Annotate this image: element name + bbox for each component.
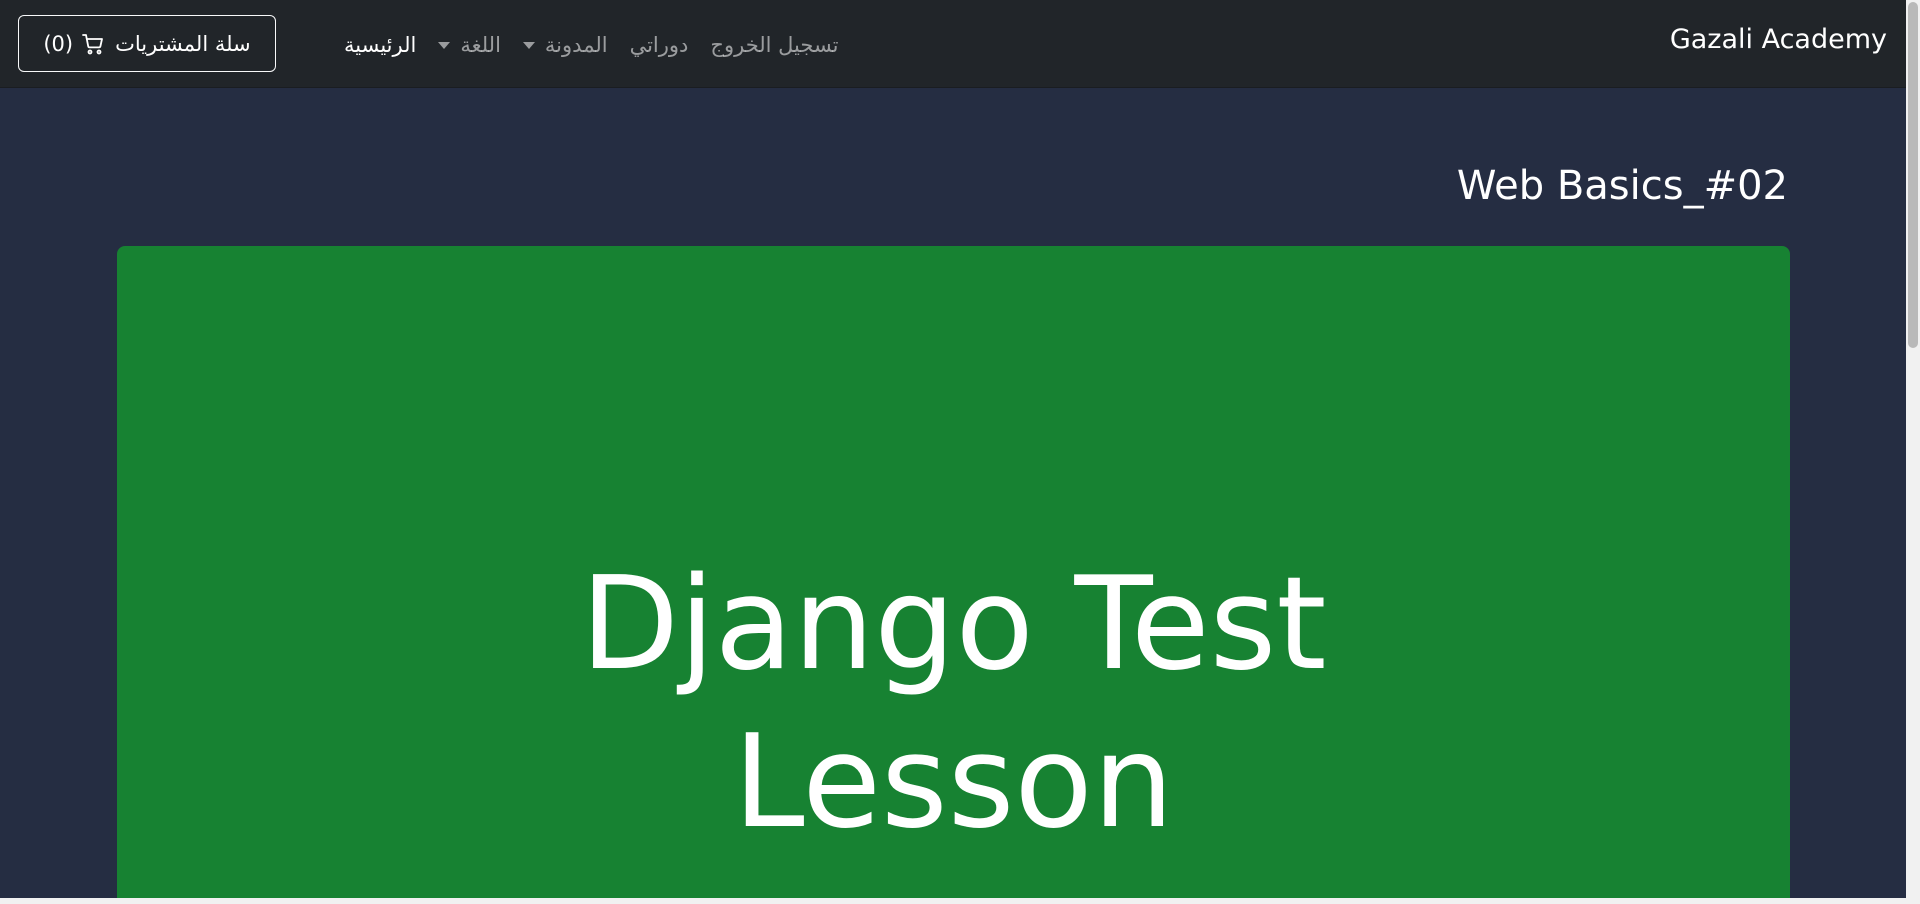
page-scrollbar[interactable] [1906,0,1920,904]
caret-down-icon [438,41,451,49]
cart-label: سلة المشتريات [115,31,251,56]
nav-item-blog-label: المدونة [544,33,608,57]
top-navbar: Gazali Academy الرئيسية اللغة المدونة دو… [0,0,1920,88]
caret-down-icon [522,41,535,49]
nav-item-my-courses-label: دوراتي [629,33,689,57]
cart-count: (0) [43,31,74,56]
cart-icon [82,33,104,54]
brand-logo[interactable]: Gazali Academy [1670,22,1887,58]
video-title: Django Test Lesson [117,546,1790,862]
nav-item-home-label: الرئيسية [344,33,417,57]
video-title-line1: Django Test [580,550,1327,699]
video-title-line2: Lesson [733,708,1174,857]
nav-item-logout-label: تسجيل الخروج [710,33,839,57]
cart-button[interactable]: (0) سلة المشتريات [18,15,276,72]
nav-item-home[interactable]: الرئيسية [344,30,416,60]
scrollbar-thumb[interactable] [1908,2,1918,348]
nav-item-language[interactable]: اللغة [438,30,501,60]
nav-item-blog[interactable]: المدونة [522,30,608,60]
page-title: Web Basics_#02 [1456,163,1788,209]
nav-item-my-courses[interactable]: دوراتي [630,30,689,60]
nav-item-logout[interactable]: تسجيل الخروج [710,30,838,60]
lesson-video-player[interactable]: Django Test Lesson [117,246,1790,904]
horizontal-scrollbar-track [0,898,1906,904]
nav-item-language-label: اللغة [460,33,501,57]
nav-menu: الرئيسية اللغة المدونة دوراتي تسجيل الخر… [322,30,839,60]
